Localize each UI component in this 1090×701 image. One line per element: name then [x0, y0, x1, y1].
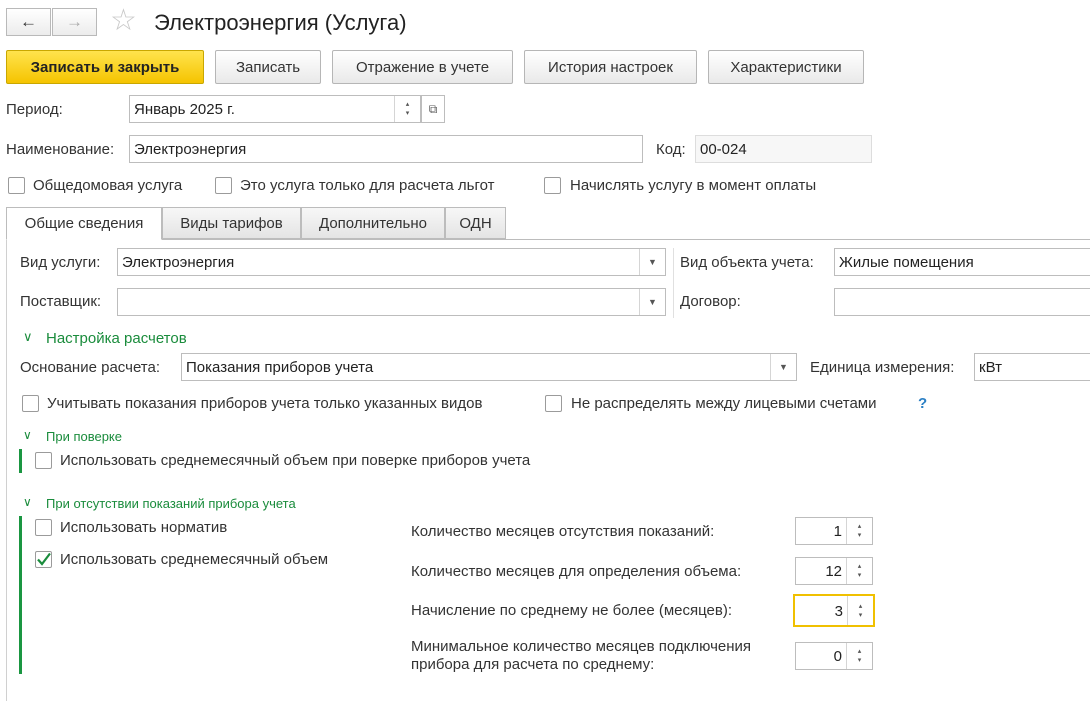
absence-group-bar — [19, 516, 22, 674]
common-house-label: Общедомовая услуга — [33, 177, 183, 194]
column-separator — [673, 248, 674, 318]
tab-odn[interactable]: ОДН — [445, 207, 506, 239]
save-and-close-button[interactable]: Записать и закрыть — [6, 50, 204, 84]
period-label: Период: — [6, 101, 63, 118]
dropdown-arrow-icon[interactable]: ▼ — [770, 354, 796, 380]
object-type-label: Вид объекта учета: — [680, 254, 814, 271]
dropdown-arrow-icon[interactable]: ▼ — [639, 249, 665, 275]
help-icon[interactable]: ? — [918, 395, 927, 413]
max-months-value: 3 — [834, 603, 843, 620]
charge-on-payment-checkbox[interactable] — [544, 177, 561, 194]
chevron-up-icon: ▴ — [405, 101, 410, 108]
chevron-up-icon: ▴ — [858, 602, 863, 610]
chevron-down-icon[interactable]: ∨ — [23, 329, 33, 345]
contract-label: Договор: — [680, 293, 741, 310]
supplier-label: Поставщик: — [20, 293, 102, 310]
verification-group-bar — [19, 449, 22, 473]
no-distribute-label: Не распределять между лицевыми счетами — [571, 395, 877, 412]
service-type-value: Электроэнергия — [122, 253, 235, 271]
window-title: Электроэнергия (Услуга) — [154, 10, 407, 35]
favorite-star-icon[interactable]: ☆ — [110, 4, 137, 38]
calc-section-title[interactable]: Настройка расчетов — [46, 330, 187, 348]
chevron-up-icon: ▴ — [857, 648, 862, 655]
max-months-label: Начисление по среднему не более (месяцев… — [411, 602, 732, 619]
characteristics-button[interactable]: Характеристики — [708, 50, 864, 84]
chevron-down-icon[interactable]: ∨ — [23, 495, 32, 509]
min-months-label-line2: прибора для расчета по среднему: — [411, 656, 655, 673]
chevron-down-icon[interactable]: ∨ — [23, 428, 32, 442]
name-input[interactable]: Электроэнергия — [129, 135, 643, 163]
settings-history-button[interactable]: История настроек — [524, 50, 697, 84]
months-volume-value: 12 — [825, 563, 842, 580]
only-specified-label: Учитывать показания приборов учета тольк… — [47, 395, 483, 412]
tab-general[interactable]: Общие сведения — [6, 207, 162, 240]
months-absent-label: Количество месяцев отсутствия показаний: — [411, 523, 715, 540]
absence-title[interactable]: При отсутствии показаний прибора учета — [46, 495, 296, 513]
spinner[interactable]: ▴ ▾ — [846, 518, 872, 544]
benefits-only-checkbox[interactable] — [215, 177, 232, 194]
contract-input[interactable] — [834, 288, 1090, 316]
max-months-input[interactable]: 3 ▴ ▾ — [793, 594, 875, 627]
arrow-left-icon: ← — [20, 12, 37, 31]
supplier-select[interactable]: ▼ — [117, 288, 666, 316]
tabs-divider — [6, 239, 1090, 240]
period-select-button[interactable]: ⧉ — [421, 95, 445, 123]
dropdown-arrow-icon[interactable]: ▼ — [639, 289, 665, 315]
use-average-label: Использовать среднемесячный объем — [60, 551, 329, 568]
min-months-input[interactable]: 0 ▴ ▾ — [795, 642, 873, 670]
chevron-down-icon: ▾ — [405, 110, 410, 117]
period-field[interactable]: Январь 2025 г. ▴ ▾ — [129, 95, 421, 123]
forward-button[interactable]: → — [52, 8, 97, 36]
chevron-up-icon: ▴ — [857, 523, 862, 530]
basis-label: Основание расчета: — [20, 359, 160, 376]
months-volume-input[interactable]: 12 ▴ ▾ — [795, 557, 873, 585]
benefits-only-label: Это услуга только для расчета льгот — [240, 177, 495, 194]
accounting-button[interactable]: Отражение в учете — [332, 50, 513, 84]
use-norm-label: Использовать норматив — [60, 519, 228, 536]
verification-average-checkbox[interactable] — [35, 452, 52, 469]
period-value: Январь 2025 г. — [134, 100, 235, 118]
basis-value: Показания приборов учета — [186, 358, 374, 376]
code-label: Код: — [656, 141, 686, 158]
min-months-value: 0 — [833, 648, 842, 665]
use-average-checkbox[interactable] — [35, 551, 52, 568]
chevron-down-icon: ▾ — [858, 611, 863, 619]
verification-title[interactable]: При поверке — [46, 428, 122, 446]
back-button[interactable]: ← — [6, 8, 51, 36]
service-type-select[interactable]: Электроэнергия ▼ — [117, 248, 666, 276]
save-button[interactable]: Записать — [215, 50, 321, 84]
chevron-down-icon: ▾ — [857, 532, 862, 539]
chevron-down-icon: ▾ — [857, 657, 862, 664]
object-type-input[interactable]: Жилые помещения — [834, 248, 1090, 276]
tab-tariffs[interactable]: Виды тарифов — [162, 207, 301, 239]
service-type-label: Вид услуги: — [20, 254, 101, 271]
months-absent-input[interactable]: 1 ▴ ▾ — [795, 517, 873, 545]
months-absent-value: 1 — [833, 523, 842, 540]
tab-panel-border — [6, 240, 7, 701]
spinner[interactable]: ▴ ▾ — [846, 643, 872, 669]
name-label: Наименование: — [6, 141, 115, 158]
arrow-right-icon: → — [66, 12, 83, 31]
copy-icon: ⧉ — [428, 101, 438, 116]
unit-label: Единица измерения: — [810, 359, 955, 376]
only-specified-checkbox[interactable] — [22, 395, 39, 412]
tab-additional[interactable]: Дополнительно — [301, 207, 445, 239]
months-volume-label: Количество месяцев для определения объем… — [411, 563, 742, 580]
common-house-checkbox[interactable] — [8, 177, 25, 194]
basis-select[interactable]: Показания приборов учета ▼ — [181, 353, 797, 381]
no-distribute-checkbox[interactable] — [545, 395, 562, 412]
unit-input[interactable]: кВт — [974, 353, 1090, 381]
spinner[interactable]: ▴ ▾ — [847, 596, 873, 625]
use-norm-checkbox[interactable] — [35, 519, 52, 536]
charge-on-payment-label: Начислять услугу в момент оплаты — [570, 177, 817, 194]
chevron-down-icon: ▾ — [857, 572, 862, 579]
chevron-up-icon: ▴ — [857, 563, 862, 570]
spinner[interactable]: ▴ ▾ — [846, 558, 872, 584]
min-months-label-line1: Минимальное количество месяцев подключен… — [411, 638, 752, 655]
checkmark-icon — [37, 552, 51, 566]
verification-average-label: Использовать среднемесячный объем при по… — [60, 452, 531, 469]
period-spinner[interactable]: ▴ ▾ — [394, 96, 420, 122]
code-input[interactable]: 00-024 — [695, 135, 872, 163]
